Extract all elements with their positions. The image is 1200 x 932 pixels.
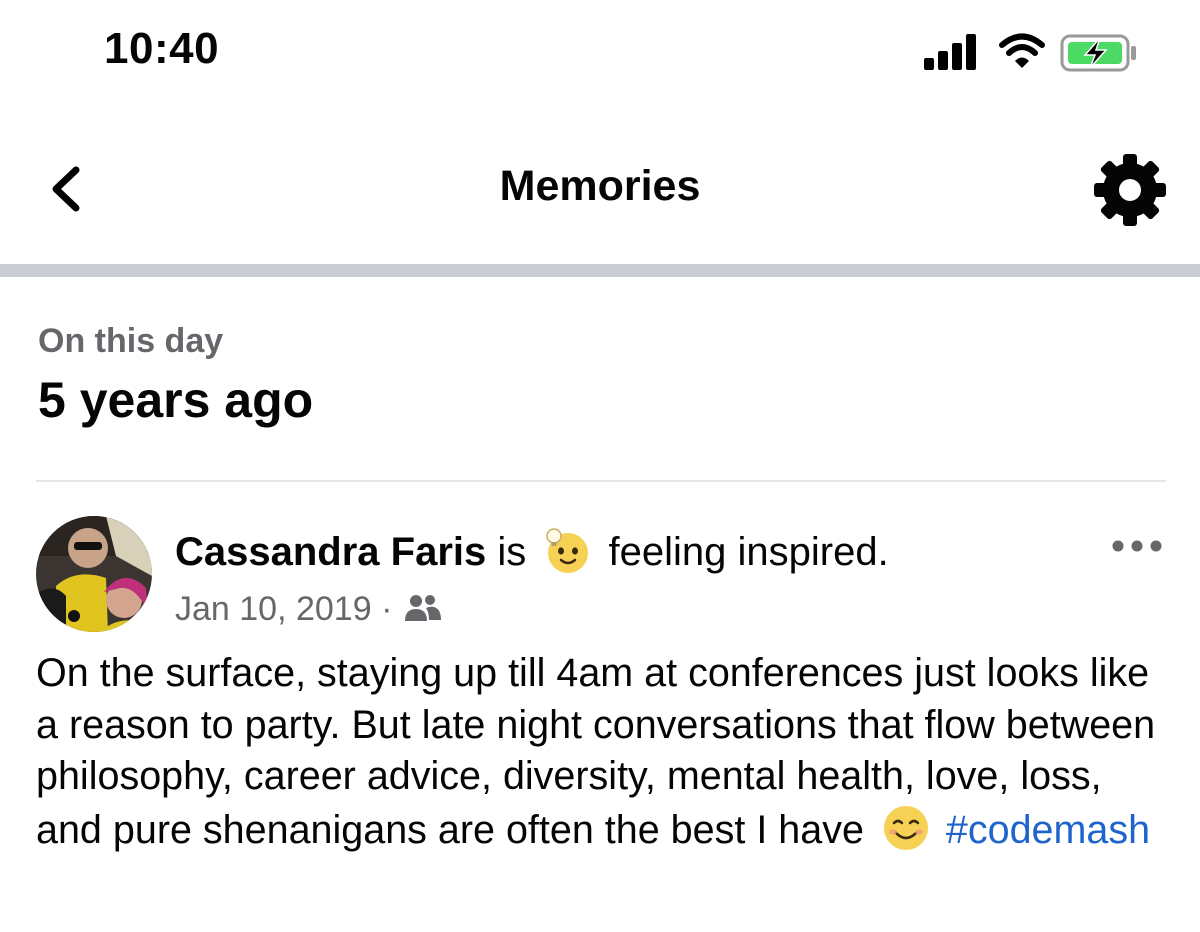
post-meta: Jan 10, 2019 · xyxy=(175,590,442,629)
inspired-emoji-icon xyxy=(546,528,589,573)
section-subtitle: On this day xyxy=(38,322,224,360)
wifi-icon xyxy=(999,33,1045,68)
battery-charging-icon xyxy=(1060,34,1136,72)
post-header: Cassandra Faris is feeling inspired. xyxy=(175,527,889,575)
is-text: is xyxy=(497,530,527,574)
hashtag-link[interactable]: #codemash xyxy=(946,808,1150,852)
section-divider xyxy=(36,480,1166,482)
cellular-signal-icon xyxy=(924,34,976,70)
post-body: On the surface, staying up till 4am at c… xyxy=(36,648,1176,856)
section-title: 5 years ago xyxy=(38,372,314,428)
status-time: 10:40 xyxy=(104,24,220,73)
status-bar: 10:40 xyxy=(0,0,1200,110)
gear-icon[interactable] xyxy=(1092,152,1168,228)
nav-divider xyxy=(0,264,1200,277)
meta-separator: · xyxy=(381,590,393,628)
page-title: Memories xyxy=(499,162,701,210)
avatar[interactable] xyxy=(36,516,152,632)
feeling-text: feeling inspired. xyxy=(608,530,889,574)
author-name[interactable]: Cassandra Faris xyxy=(175,530,486,574)
post-date[interactable]: Jan 10, 2019 xyxy=(175,590,372,628)
smiling-face-icon xyxy=(883,805,928,850)
more-options-icon[interactable] xyxy=(1110,534,1164,558)
friends-icon xyxy=(404,595,441,621)
